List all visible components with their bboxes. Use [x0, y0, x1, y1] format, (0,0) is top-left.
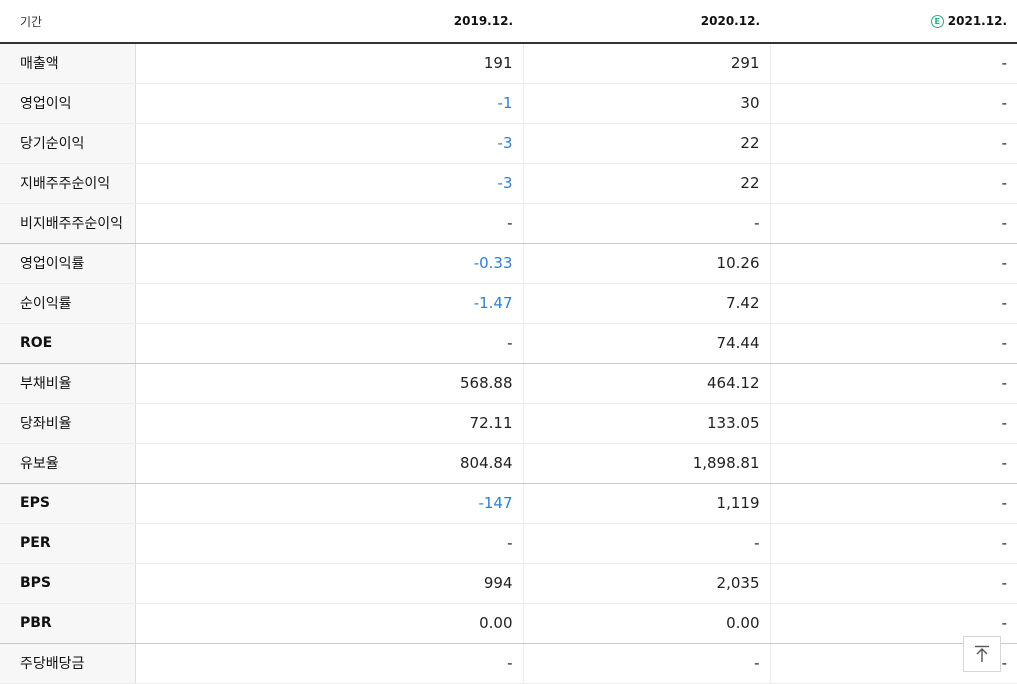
- value-cell: -: [135, 203, 524, 244]
- arrow-up-to-top-icon: [975, 645, 989, 662]
- value-cell: -: [770, 83, 1017, 124]
- row-label: 영업이익: [0, 83, 136, 124]
- value-cell: -: [135, 523, 524, 564]
- value-cell: 804.84: [135, 443, 524, 484]
- value-cell: -: [523, 523, 771, 564]
- value-cell: -0.33: [135, 243, 524, 284]
- row-label: 지배주주순이익: [0, 163, 136, 204]
- row-label: ROE: [0, 323, 136, 364]
- value-cell: 10.26: [523, 243, 771, 284]
- value-cell: 0.00: [135, 603, 524, 644]
- value-cell: 74.44: [523, 323, 771, 364]
- value-cell: 22: [523, 163, 771, 204]
- value-cell: 0.00: [523, 603, 771, 644]
- value-cell: -: [770, 563, 1017, 604]
- table-row: 영업이익률 -0.33 10.26 -: [0, 243, 1017, 284]
- value-cell: -: [770, 323, 1017, 364]
- value-cell: -1.47: [135, 283, 524, 324]
- value-cell: -: [770, 123, 1017, 164]
- table-row: 매출액 191 291 -: [0, 43, 1017, 84]
- value-cell: -: [523, 643, 771, 684]
- value-cell: -: [770, 403, 1017, 444]
- value-cell: -: [770, 283, 1017, 324]
- table-row: 비지배주주순이익 - - -: [0, 203, 1017, 244]
- value-cell: -: [135, 643, 524, 684]
- year-header-2019: 2019.12.: [135, 0, 523, 44]
- value-cell: -3: [135, 123, 524, 164]
- year-header-2020: 2020.12.: [523, 0, 770, 44]
- value-cell: 72.11: [135, 403, 524, 444]
- table-row: 주당배당금 - - -: [0, 643, 1017, 684]
- row-label: 매출액: [0, 43, 136, 84]
- value-cell: 30: [523, 83, 771, 124]
- row-label: 영업이익률: [0, 243, 136, 284]
- table-row: 유보율 804.84 1,898.81 -: [0, 443, 1017, 484]
- row-label: 부채비율: [0, 363, 136, 404]
- row-label: BPS: [0, 563, 136, 604]
- table-row: PER - - -: [0, 523, 1017, 564]
- row-label: 당좌비율: [0, 403, 136, 444]
- table-row: 당좌비율 72.11 133.05 -: [0, 403, 1017, 444]
- value-cell: -: [523, 203, 771, 244]
- value-cell: 7.42: [523, 283, 771, 324]
- financial-summary-table: 기간 2019.12. 2020.12. E 2021.12. 매출액 191 2…: [0, 0, 1017, 684]
- value-cell: 568.88: [135, 363, 524, 404]
- table-row: BPS 994 2,035 -: [0, 563, 1017, 604]
- scroll-to-top-button[interactable]: [963, 636, 1001, 672]
- value-cell: -147: [135, 483, 524, 524]
- value-cell: -: [770, 203, 1017, 244]
- value-cell: -3: [135, 163, 524, 204]
- period-header: 기간: [0, 0, 135, 44]
- table-row: 지배주주순이익 -3 22 -: [0, 163, 1017, 204]
- table-row: 영업이익 -1 30 -: [0, 83, 1017, 124]
- row-label: 비지배주주순이익: [0, 203, 136, 244]
- table-row: ROE - 74.44 -: [0, 323, 1017, 364]
- value-cell: 464.12: [523, 363, 771, 404]
- row-label: PBR: [0, 603, 136, 644]
- row-label: 주당배당금: [0, 643, 136, 684]
- row-label: 당기순이익: [0, 123, 136, 164]
- row-label: PER: [0, 523, 136, 564]
- value-cell: -: [135, 323, 524, 364]
- table-row: PBR 0.00 0.00 -: [0, 603, 1017, 644]
- value-cell: 291: [523, 43, 771, 84]
- value-cell: 191: [135, 43, 524, 84]
- table-row: 당기순이익 -3 22 -: [0, 123, 1017, 164]
- value-cell: -: [770, 443, 1017, 484]
- value-cell: 22: [523, 123, 771, 164]
- value-cell: 2,035: [523, 563, 771, 604]
- value-cell: 1,898.81: [523, 443, 771, 484]
- value-cell: 994: [135, 563, 524, 604]
- value-cell: -: [770, 483, 1017, 524]
- value-cell: -: [770, 163, 1017, 204]
- year-header-2021: E 2021.12.: [770, 0, 1017, 44]
- table-row: 순이익률 -1.47 7.42 -: [0, 283, 1017, 324]
- value-cell: -: [770, 43, 1017, 84]
- value-cell: 1,119: [523, 483, 771, 524]
- table-row: EPS -147 1,119 -: [0, 483, 1017, 524]
- header-row: 기간 2019.12. 2020.12. E 2021.12.: [0, 0, 1017, 44]
- value-cell: -: [770, 243, 1017, 284]
- row-label: 순이익률: [0, 283, 136, 324]
- value-cell: -1: [135, 83, 524, 124]
- value-cell: -: [770, 363, 1017, 404]
- table-row: 부채비율 568.88 464.12 -: [0, 363, 1017, 404]
- row-label: 유보율: [0, 443, 136, 484]
- value-cell: 133.05: [523, 403, 771, 444]
- estimate-icon: E: [930, 15, 944, 28]
- value-cell: -: [770, 523, 1017, 564]
- row-label: EPS: [0, 483, 136, 524]
- year-header-2021-label: 2021.12.: [947, 14, 1007, 28]
